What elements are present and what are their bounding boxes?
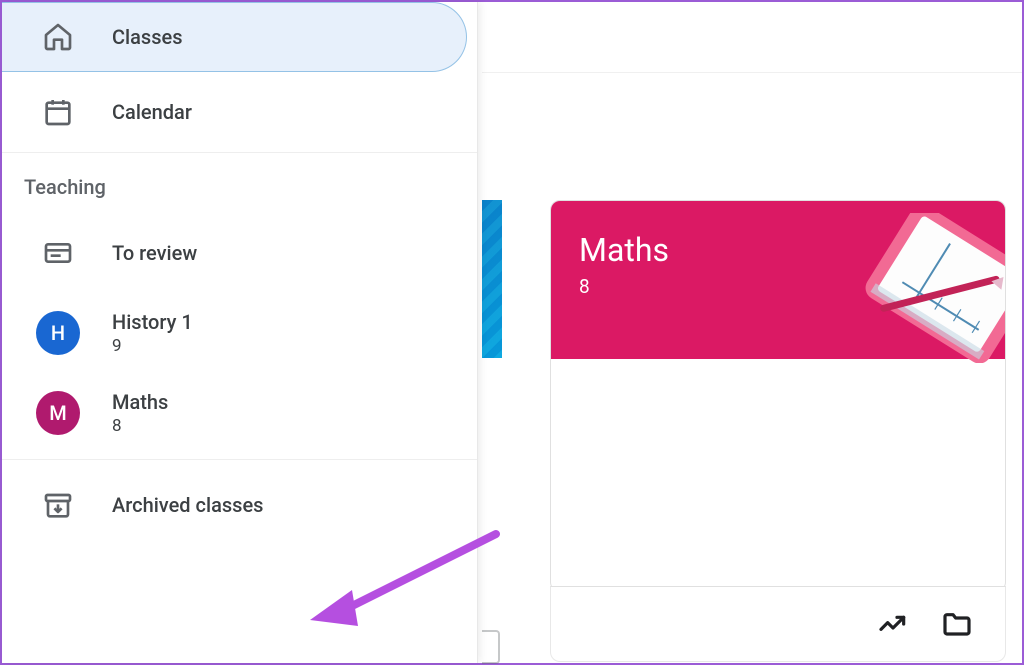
archive-icon — [36, 483, 80, 527]
class-card-header[interactable]: Maths 8 — [551, 201, 1005, 359]
section-heading-teaching: Teaching — [2, 153, 477, 213]
navigation-drawer: Classes Calendar Teaching To review H Hi… — [2, 2, 478, 663]
sidebar-class-maths[interactable]: M Maths 8 — [2, 373, 477, 453]
analytics-button[interactable] — [875, 606, 911, 642]
tablet-illustration — [845, 213, 1006, 363]
class-card-footer — [550, 586, 1006, 662]
avatar: M — [36, 391, 80, 435]
folder-icon — [941, 608, 973, 640]
nav-item-classes[interactable]: Classes — [2, 2, 467, 72]
nav-item-to-review[interactable]: To review — [2, 213, 477, 293]
class-card-maths[interactable]: Maths 8 — [550, 200, 1006, 592]
class-grade: 9 — [112, 336, 193, 356]
avatar-initial: H — [51, 321, 65, 345]
class-grade: 8 — [112, 416, 168, 436]
class-name: Maths — [112, 390, 168, 414]
nav-item-archived-classes[interactable]: Archived classes — [2, 460, 477, 550]
nav-label: To review — [112, 241, 197, 265]
sidebar-class-history[interactable]: H History 1 9 — [2, 293, 477, 373]
class-name: History 1 — [112, 310, 193, 334]
top-divider — [482, 72, 1022, 73]
folder-button[interactable] — [939, 606, 975, 642]
nav-item-calendar[interactable]: Calendar — [2, 72, 477, 152]
avatar: H — [36, 311, 80, 355]
calendar-icon — [36, 90, 80, 134]
nav-label: Archived classes — [112, 493, 263, 517]
home-icon — [36, 15, 80, 59]
nav-label: Calendar — [112, 100, 192, 124]
to-review-icon — [36, 231, 80, 275]
adjacent-class-card-peek[interactable] — [482, 200, 502, 358]
adjacent-card-footer-peek — [482, 630, 500, 664]
trending-up-icon — [877, 608, 909, 640]
avatar-initial: M — [49, 401, 67, 425]
nav-label: Classes — [112, 25, 183, 49]
